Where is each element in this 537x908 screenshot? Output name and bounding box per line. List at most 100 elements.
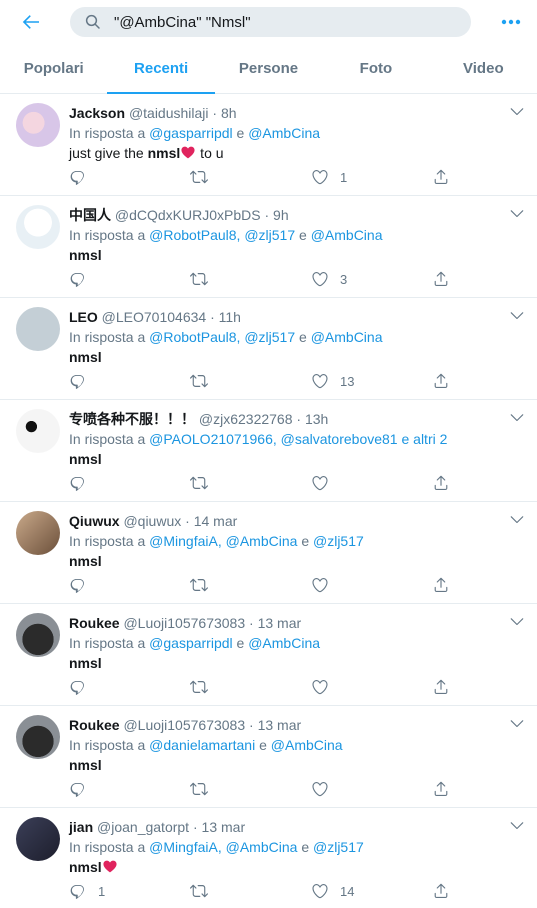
share-button[interactable]: [432, 881, 450, 901]
reply-mention-link[interactable]: @gasparripdl: [149, 125, 232, 141]
share-button[interactable]: [432, 677, 450, 697]
tweet-time[interactable]: 13h: [305, 411, 328, 427]
like-button[interactable]: 3: [311, 269, 347, 289]
reply-mention-link[interactable]: @gasparripdl: [149, 635, 232, 651]
reply-others-link[interactable]: e altri 2: [401, 431, 447, 447]
more-button[interactable]: [500, 12, 522, 32]
retweet-button[interactable]: [190, 677, 208, 697]
share-button[interactable]: [432, 371, 450, 391]
avatar[interactable]: [16, 205, 60, 249]
reply-mention-link[interactable]: @AmbCina: [311, 227, 383, 243]
user-handle[interactable]: @Luoji1057673083: [123, 615, 245, 631]
reply-button[interactable]: [69, 779, 98, 799]
user-handle[interactable]: @joan_gatorpt: [97, 819, 189, 835]
reply-mention-link[interactable]: @danielamartani: [149, 737, 255, 753]
avatar[interactable]: [16, 511, 60, 555]
retweet-button[interactable]: [190, 779, 208, 799]
reply-mention-link[interactable]: @AmbCina: [226, 839, 298, 855]
reply-mention-link[interactable]: @zlj517: [244, 329, 295, 345]
reply-button[interactable]: [69, 167, 98, 187]
reply-mention-link[interactable]: @zlj517: [244, 227, 295, 243]
avatar[interactable]: [16, 613, 60, 657]
reply-mention-link[interactable]: @AmbCina: [248, 125, 320, 141]
user-handle[interactable]: @dCQdxKURJ0xPbDS: [115, 207, 261, 223]
reply-mention-link[interactable]: @PAOLO21071966,: [149, 431, 277, 447]
retweet-button[interactable]: [190, 881, 208, 901]
reply-button[interactable]: [69, 473, 98, 493]
retweet-button[interactable]: [190, 575, 208, 595]
chevron-down-icon[interactable]: [508, 102, 526, 120]
like-button[interactable]: [311, 473, 340, 493]
like-button[interactable]: 1: [311, 167, 347, 187]
tab-foto[interactable]: Foto: [322, 44, 429, 93]
reply-button[interactable]: [69, 575, 98, 595]
retweet-button[interactable]: [190, 269, 208, 289]
tweet-time[interactable]: 13 mar: [202, 819, 246, 835]
tweet[interactable]: Qiuwux @qiuwux · 14 mar In risposta a @Mi…: [0, 502, 537, 604]
tweet[interactable]: jian @joan_gatorpt · 13 mar In risposta a…: [0, 808, 537, 908]
user-name[interactable]: Roukee: [69, 717, 120, 733]
tweet[interactable]: Roukee @Luoji1057673083 · 13 mar In rispo…: [0, 604, 537, 706]
chevron-down-icon[interactable]: [508, 816, 526, 834]
reply-mention-link[interactable]: @MingfaiA,: [149, 533, 222, 549]
tweet-time[interactable]: 13 mar: [258, 615, 302, 631]
tab-popolari[interactable]: Popolari: [0, 44, 107, 93]
reply-button[interactable]: [69, 269, 98, 289]
retweet-button[interactable]: [190, 167, 208, 187]
chevron-down-icon[interactable]: [508, 510, 526, 528]
avatar[interactable]: [16, 307, 60, 351]
share-button[interactable]: [432, 779, 450, 799]
search-input[interactable]: [114, 10, 454, 34]
like-button[interactable]: [311, 779, 340, 799]
share-button[interactable]: [432, 473, 450, 493]
tweet[interactable]: Roukee @Luoji1057673083 · 13 mar In rispo…: [0, 706, 537, 808]
reply-mention-link[interactable]: @zlj517: [313, 839, 364, 855]
user-handle[interactable]: @qiuwux: [123, 513, 181, 529]
reply-button[interactable]: 1: [69, 881, 105, 901]
reply-mention-link[interactable]: @AmbCina: [248, 635, 320, 651]
reply-mention-link[interactable]: @RobotPaul8,: [149, 227, 240, 243]
reply-mention-link[interactable]: @MingfaiA,: [149, 839, 222, 855]
avatar[interactable]: [16, 103, 60, 147]
tweet[interactable]: Jackson @taidushilaji · 8h In risposta a …: [0, 94, 537, 196]
reply-button[interactable]: [69, 677, 98, 697]
chevron-down-icon[interactable]: [508, 204, 526, 222]
tweet[interactable]: 专喷各种不服！！！ @zjx62322768 · 13h In risposta …: [0, 400, 537, 502]
chevron-down-icon[interactable]: [508, 306, 526, 324]
tweet[interactable]: 中国人 @dCQdxKURJ0xPbDS · 9h In risposta a @…: [0, 196, 537, 298]
user-handle[interactable]: @taidushilaji: [129, 105, 209, 121]
user-name[interactable]: Roukee: [69, 615, 120, 631]
user-name[interactable]: 专喷各种不服！！！: [69, 411, 195, 427]
reply-button[interactable]: [69, 371, 98, 391]
user-name[interactable]: Qiuwux: [69, 513, 120, 529]
reply-mention-link[interactable]: @salvatorebove81: [281, 431, 398, 447]
user-name[interactable]: jian: [69, 819, 93, 835]
avatar[interactable]: [16, 409, 60, 453]
user-handle[interactable]: @zjx62322768: [199, 411, 293, 427]
search-box[interactable]: [70, 7, 471, 37]
like-button[interactable]: [311, 677, 340, 697]
avatar[interactable]: [16, 817, 60, 861]
tweet-time[interactable]: 13 mar: [258, 717, 302, 733]
share-button[interactable]: [432, 575, 450, 595]
user-handle[interactable]: @LEO70104634: [102, 309, 207, 325]
like-button[interactable]: [311, 575, 340, 595]
tweet-time[interactable]: 11h: [219, 309, 241, 325]
chevron-down-icon[interactable]: [508, 408, 526, 426]
tweet-time[interactable]: 14 mar: [194, 513, 238, 529]
user-name[interactable]: 中国人: [69, 207, 111, 223]
user-name[interactable]: Jackson: [69, 105, 125, 121]
reply-mention-link[interactable]: @zlj517: [313, 533, 364, 549]
share-button[interactable]: [432, 167, 450, 187]
tweet-time[interactable]: 9h: [273, 207, 289, 223]
like-button[interactable]: 13: [311, 371, 354, 391]
retweet-button[interactable]: [190, 473, 208, 493]
user-name[interactable]: LEO: [69, 309, 98, 325]
tab-recenti[interactable]: Recenti: [107, 44, 216, 94]
chevron-down-icon[interactable]: [508, 714, 526, 732]
user-handle[interactable]: @Luoji1057673083: [123, 717, 245, 733]
tab-video[interactable]: Video: [430, 44, 537, 93]
tweet[interactable]: LEO @LEO70104634 · 11h In risposta a @Rob…: [0, 298, 537, 400]
back-button[interactable]: [19, 10, 43, 34]
reply-mention-link[interactable]: @AmbCina: [226, 533, 298, 549]
